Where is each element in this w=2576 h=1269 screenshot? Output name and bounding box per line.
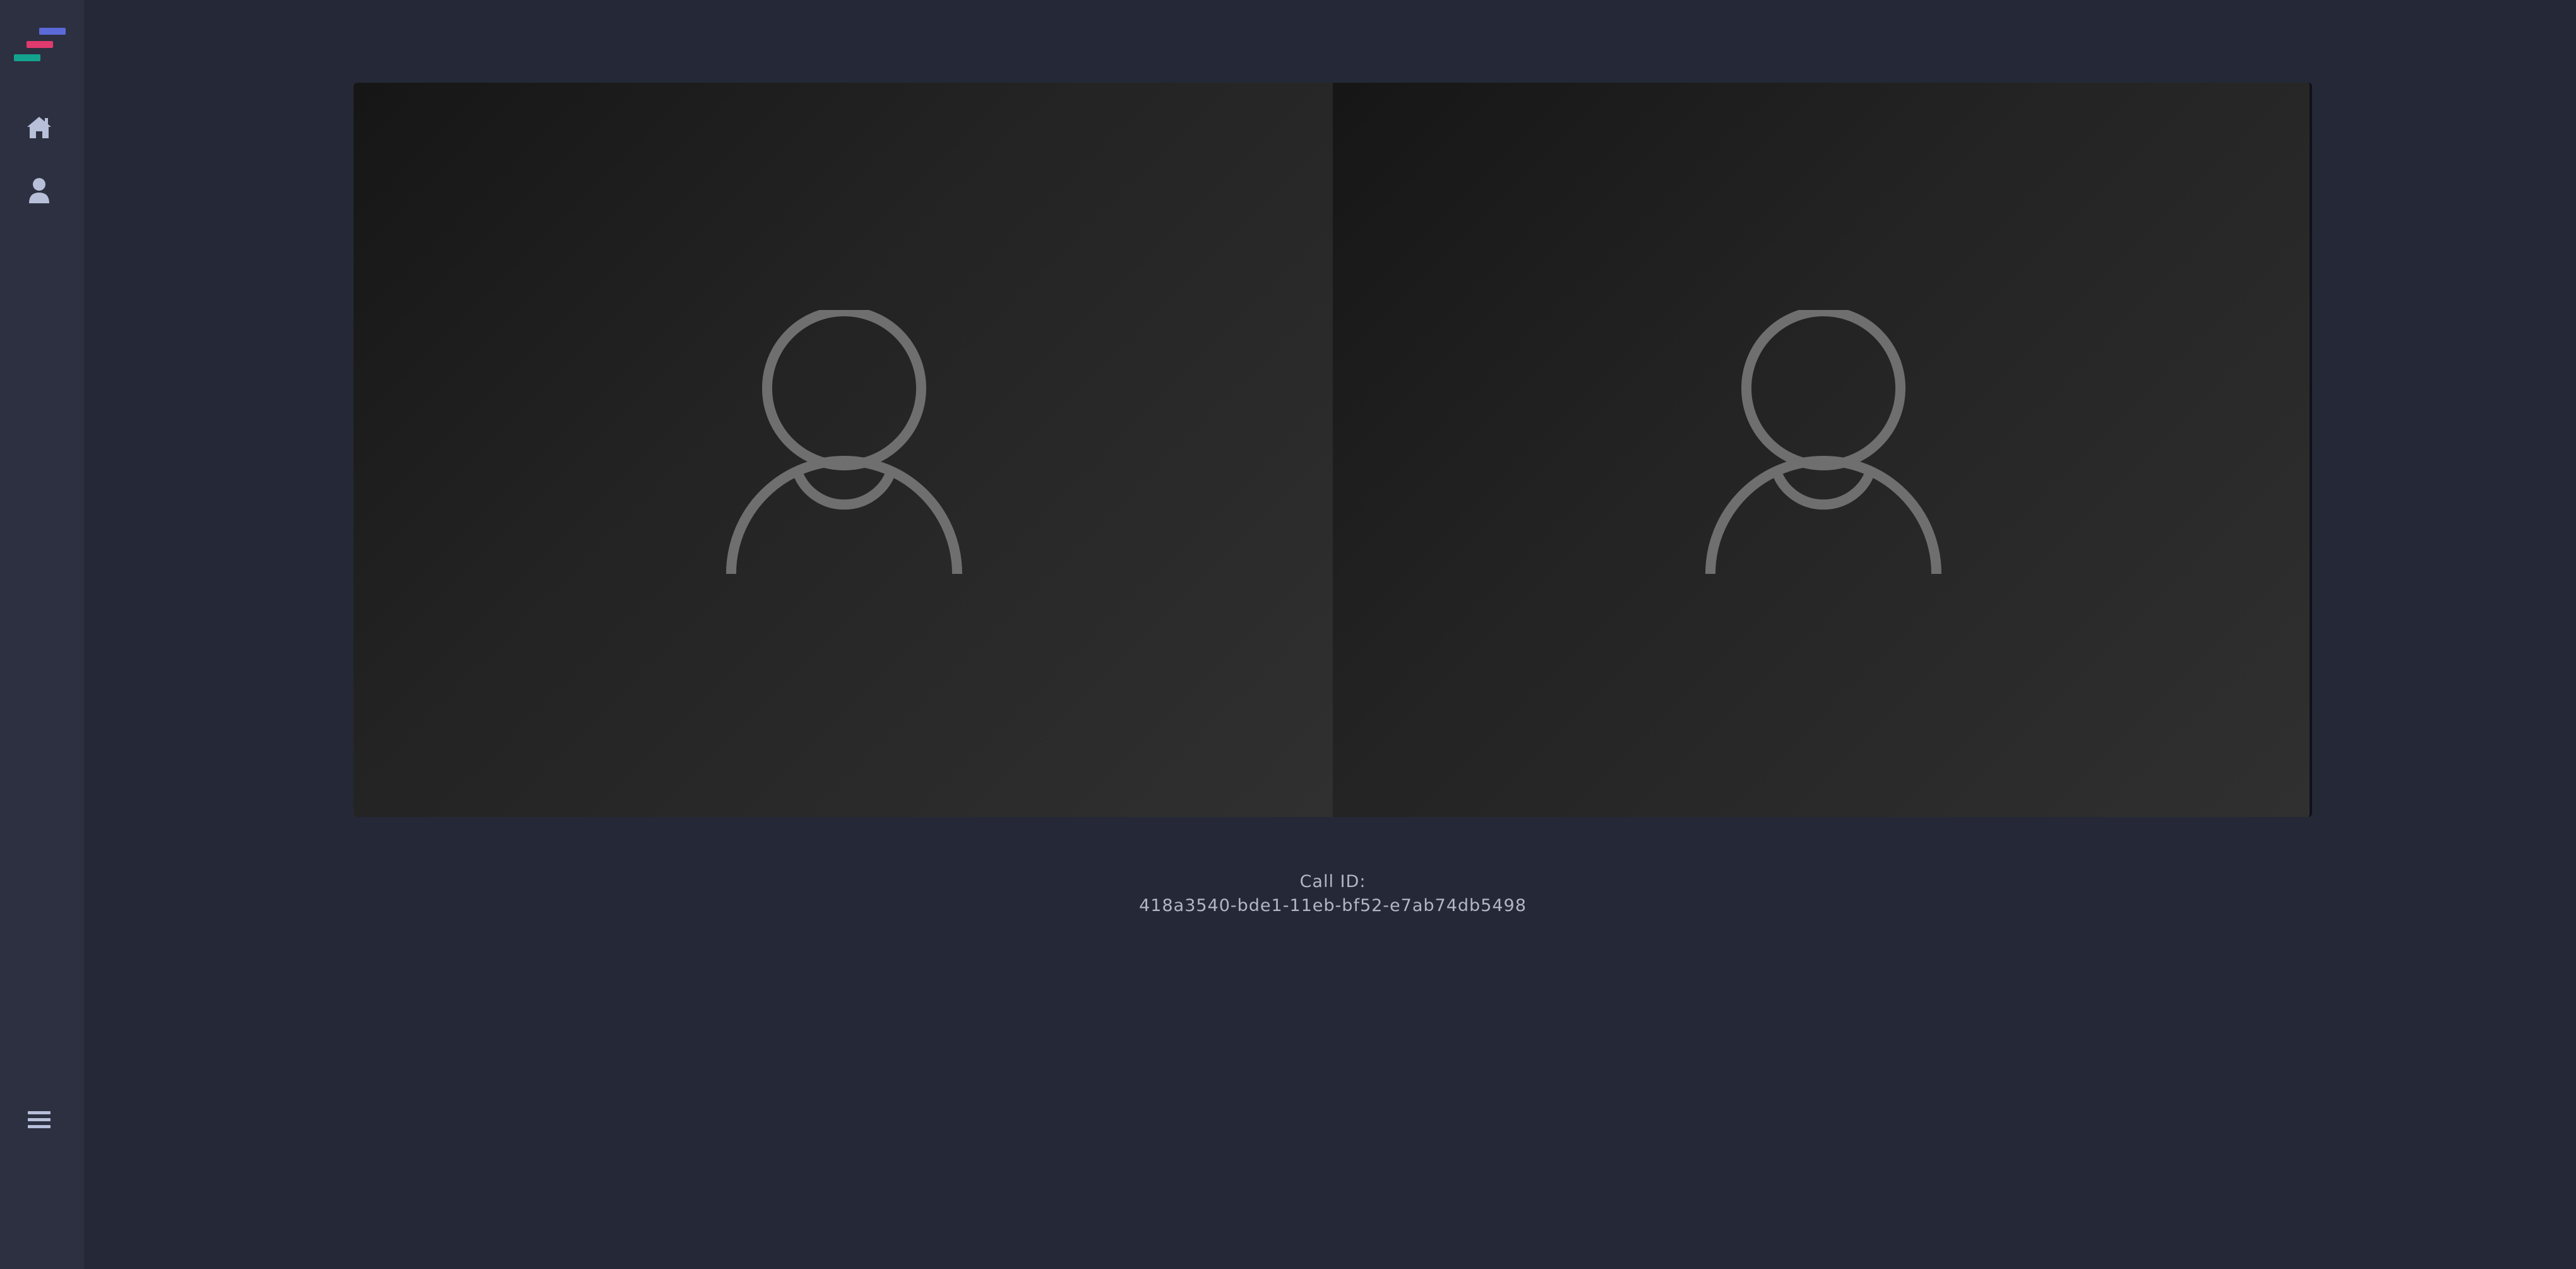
app-logo[interactable] bbox=[11, 25, 66, 64]
home-icon bbox=[27, 117, 51, 138]
app-root: Call ID: 418a3540-bde1-11eb-bf52-e7ab74d… bbox=[0, 0, 2576, 1269]
video-grid bbox=[354, 83, 2312, 817]
nav-home-button[interactable] bbox=[20, 109, 58, 146]
logo-bar-blue bbox=[39, 28, 66, 35]
avatar-placeholder-icon bbox=[1705, 310, 1941, 575]
avatar-placeholder-icon bbox=[726, 310, 962, 575]
user-icon bbox=[29, 178, 49, 203]
call-id-label: Call ID: bbox=[1299, 872, 1366, 891]
logo-bar-teal bbox=[14, 54, 40, 61]
hamburger-menu-icon bbox=[28, 1111, 51, 1128]
call-info: Call ID: 418a3540-bde1-11eb-bf52-e7ab74d… bbox=[354, 870, 2312, 918]
sidebar bbox=[0, 0, 84, 1269]
menu-button[interactable] bbox=[20, 1101, 58, 1139]
call-id-value: 418a3540-bde1-11eb-bf52-e7ab74db5498 bbox=[1139, 896, 1527, 915]
logo-bar-pink bbox=[27, 41, 53, 48]
call-main-area: Call ID: 418a3540-bde1-11eb-bf52-e7ab74d… bbox=[84, 0, 2576, 1269]
video-tile-participant-2[interactable] bbox=[1333, 83, 2312, 817]
nav-profile-button[interactable] bbox=[20, 172, 58, 210]
video-tile-participant-1[interactable] bbox=[354, 83, 1333, 817]
